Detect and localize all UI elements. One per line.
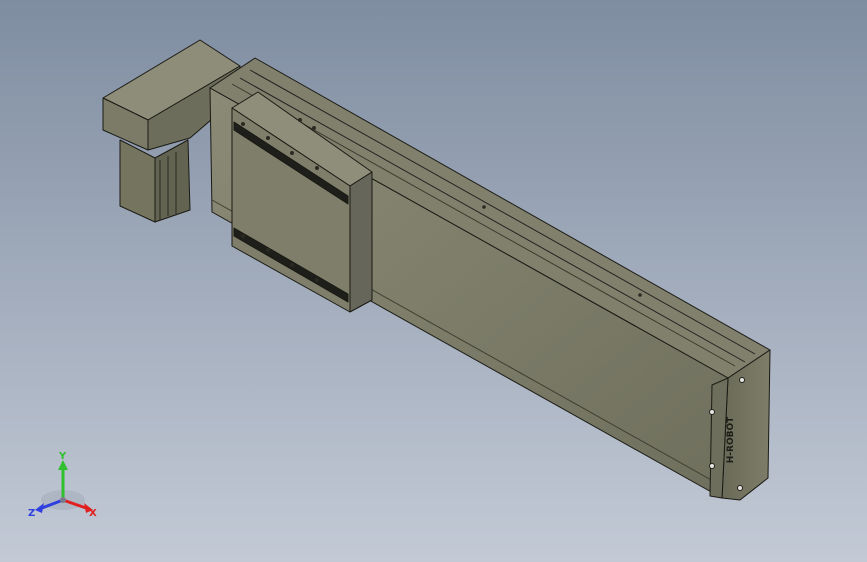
triad-x-label: X xyxy=(89,508,97,519)
end-cap-brand-text: H-ROBOT xyxy=(726,416,736,463)
graphics-area[interactable]: H-ROBOT Y X Z xyxy=(0,0,867,562)
cad-viewport[interactable]: H-ROBOT Y X Z xyxy=(0,0,867,562)
triad-z-label: Z xyxy=(28,508,35,519)
carriage-front xyxy=(349,171,373,313)
triad-y-label: Y xyxy=(58,451,67,462)
triad-origin xyxy=(60,497,66,503)
